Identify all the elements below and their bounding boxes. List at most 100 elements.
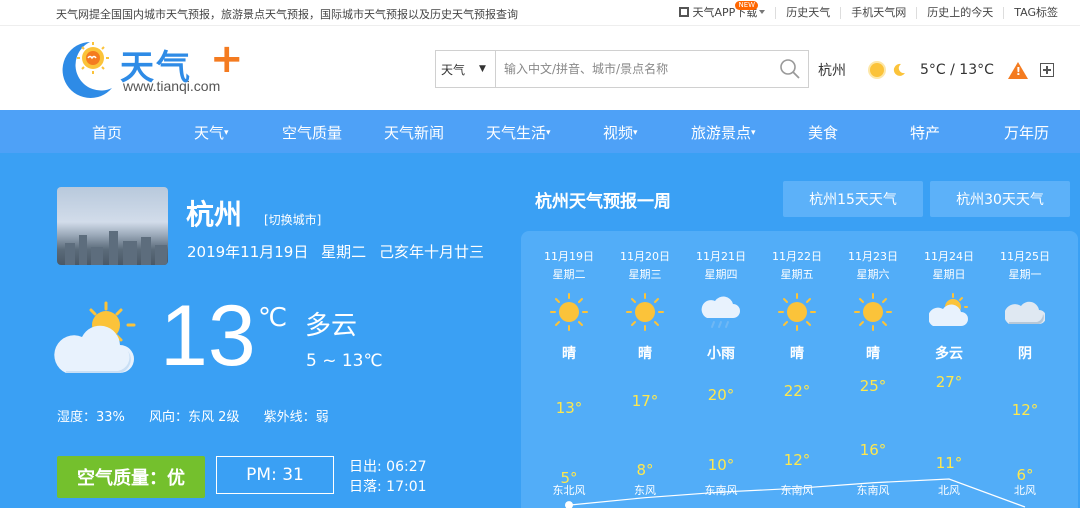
chevron-down-icon: ▾ [546,128,551,138]
low-temp-label: 12° [783,451,811,470]
app-download-link[interactable]: 天气APP下载 NEW [669,1,775,19]
cloud-icon [1005,301,1045,324]
forecast-date: 11月20日 [620,250,670,263]
nav-calendar[interactable]: 万年历 [1004,122,1049,143]
date-line: 2019年11月19日 星期二 己亥年十月廿三 [187,241,484,262]
history-weather-link[interactable]: 历史天气 [775,7,840,19]
search-type-label: 天气 [441,62,466,77]
header-weather: 杭州 5°C / 13°C ! [818,58,1054,82]
forecast-weekday: 星期四 [704,268,738,281]
search-button[interactable] [772,51,808,87]
chevron-down-icon: ▾ [751,128,756,138]
warning-icon[interactable]: ! [1007,61,1028,79]
dropdown-caret-icon [759,10,766,14]
forecast-date: 11月22日 [772,250,822,263]
forecast-wind: 东南风 [704,484,738,497]
header-temp-range: 5°C / 13°C [920,62,994,78]
nav-weather[interactable]: 天气▾ [194,122,229,143]
low-temp-label: 5° [560,469,578,487]
sun-icon [550,293,588,331]
weather-details: 湿度：33% 风向：东风 2级 紫外线：弱 [57,406,349,425]
city-name: 杭州 [186,198,243,231]
forecast-weekday: 星期三 [628,268,662,281]
moon-icon [893,63,905,76]
high-temp-label: 25° [859,376,887,395]
forecast-condition: 晴 [638,346,652,362]
forecast-weekday: 星期六 [856,268,890,281]
forecast-date: 11月19日 [544,250,594,263]
mobile-site-link[interactable]: 手机天气网 [840,7,916,19]
sunrise: 日出: 06:27 [349,459,427,475]
wind: 风向：东风 2级 [149,410,240,425]
partly-cloudy-icon [54,301,136,373]
nav-air-quality[interactable]: 空气质量 [282,122,342,143]
nav-home[interactable]: 首页 [92,122,122,143]
nav-food[interactable]: 美食 [808,122,838,143]
site-intro: 天气网提全国国内城市天气预报，旅游景点天气预报，国际城市天气预报以及历史天气预报… [56,8,518,21]
nav-weather-news[interactable]: 天气新闻 [384,122,444,143]
week-forecast-title: 杭州天气预报一周 [535,192,671,212]
top-links: 天气APP下载 NEW 历史天气 手机天气网 历史上的今天 TAG标签 [669,0,1068,26]
city-photo [57,187,168,265]
forecast-date: 11月25日 [1000,250,1050,263]
sunset: 日落: 17:01 [349,479,427,495]
forecast-weekday: 星期五 [780,268,814,281]
forecast-date: 11月24日 [924,250,974,263]
sun-times: 日出: 06:27 日落: 17:01 [349,457,427,497]
search-box: 天气 ▼ [435,50,809,88]
high-temp-label: 22° [783,382,811,401]
high-temp-label: 12° [1011,401,1039,419]
add-icon[interactable] [1039,63,1054,77]
current-condition: 多云 [305,311,358,341]
partly-cloudy-icon [929,293,968,326]
forecast-date: 11月21日 [696,250,746,263]
forecast-wind: 东风 [634,484,656,497]
search-icon [780,59,800,79]
forecast-30-day-button[interactable]: 杭州30天天气 [930,181,1070,217]
switch-city-link[interactable]: [切换城市] [264,211,321,228]
today-in-history-link[interactable]: 历史上的今天 [916,7,1003,19]
dropdown-arrow-icon: ▼ [479,64,486,74]
nav-travel[interactable]: 旅游景点▾ [691,122,756,143]
low-temp-label: 16° [859,441,887,459]
logo-url: www.tianqi.com [123,78,221,94]
forecast-date: 11月23日 [848,250,898,263]
sun-icon [854,293,892,331]
forecast-15-day-button[interactable]: 杭州15天天气 [783,181,923,217]
site-header: 天气 + www.tianqi.com 天气 ▼ 杭州 5°C / 13°C ! [0,26,1080,110]
top-bar: 天气网提全国国内城市天气预报，旅游景点天气预报，国际城市天气预报以及历史天气预报… [0,0,1080,26]
forecast-weekday: 星期日 [932,268,966,281]
lunar-date: 己亥年十月廿三 [378,243,484,261]
search-type-select[interactable]: 天气 ▼ [436,51,496,87]
main-nav: 首页 天气▾ 空气质量 天气新闻 天气生活▾ 视频▾ 旅游景点▾ 美食 特产 万… [0,110,1080,153]
current-date: 2019年11月19日 [187,243,309,261]
air-quality-badge[interactable]: 空气质量：优 [57,456,205,498]
low-temp-label: 10° [707,456,735,475]
pm-badge[interactable]: PM: 31 [216,456,334,494]
low-temp-label: 8° [636,461,654,480]
forecast-condition: 晴 [866,346,880,362]
high-temp-label: 27° [935,373,963,391]
sun-icon [870,63,884,77]
new-badge: NEW [735,1,759,10]
nav-video[interactable]: 视频▾ [603,122,638,143]
nav-weather-life[interactable]: 天气生活▾ [486,122,551,143]
forecast-condition: 晴 [790,346,804,362]
warning-glyph: ! [1015,64,1021,78]
forecast-wind: 东南风 [856,484,890,497]
current-temperature: 13 [160,288,256,384]
high-temp-label: 17° [631,391,659,410]
high-temp-label: 13° [555,399,583,418]
header-city[interactable]: 杭州 [818,60,846,80]
forecast-weekday: 星期一 [1008,268,1042,281]
forecast-condition: 小雨 [707,346,735,362]
humidity: 湿度：33% [57,410,125,425]
nav-specialty[interactable]: 特产 [910,122,940,143]
rain-cloud-icon [701,296,740,328]
logo-plus: + [210,36,244,82]
current-weekday: 星期二 [321,243,367,261]
forecast-condition: 阴 [1018,346,1032,362]
search-input[interactable] [496,51,772,87]
uv-index: 紫外线：弱 [263,410,329,425]
tag-link[interactable]: TAG标签 [1003,7,1068,19]
